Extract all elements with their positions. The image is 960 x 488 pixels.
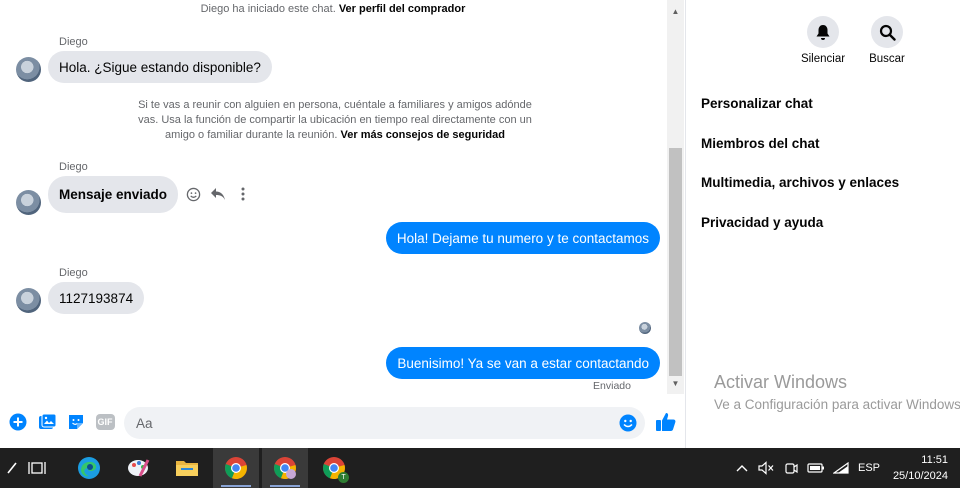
chrome-profile-t-icon[interactable]: T — [311, 448, 357, 488]
safety-notice: Si te vas a reunir con alguien en person… — [138, 99, 532, 141]
bell-icon — [807, 16, 839, 48]
file-explorer-icon[interactable] — [164, 448, 210, 488]
clock-date: 25/10/2024 — [892, 470, 948, 482]
chat-started-notice: Diego ha iniciado este chat. Ver perfil … — [200, 3, 466, 15]
sticker-icon[interactable] — [66, 412, 86, 432]
scrollbar[interactable]: ▲ ▼ — [667, 0, 684, 394]
chrome-profile-icon[interactable] — [262, 448, 308, 488]
reply-icon[interactable] — [210, 185, 226, 203]
sender-name: Diego — [59, 267, 88, 279]
message-input[interactable]: Aa — [124, 407, 645, 439]
customize-chat-item[interactable]: Personalizar chat — [701, 96, 813, 111]
more-options-icon[interactable] — [235, 185, 251, 203]
sender-name: Diego — [59, 161, 88, 173]
emoji-icon[interactable] — [619, 414, 637, 432]
incoming-message[interactable]: 1127193874 — [48, 282, 145, 314]
screen: Diego ha iniciado este chat. Ver perfil … — [0, 0, 960, 488]
wifi-icon[interactable] — [832, 448, 850, 488]
search-icon — [871, 16, 903, 48]
chat-members-item[interactable]: Miembros del chat — [701, 136, 820, 151]
chevron-up-icon[interactable] — [734, 448, 750, 488]
safety-tips-link[interactable]: Ver más consejos de seguridad — [341, 129, 505, 141]
paint-app-icon[interactable] — [116, 448, 162, 488]
chrome-browser-icon[interactable] — [213, 448, 259, 488]
delivery-status: Enviado — [593, 380, 631, 392]
edge-browser-icon[interactable] — [66, 448, 112, 488]
photo-icon[interactable] — [37, 412, 57, 432]
taskbar: T ESP 11:51 25/10/2024 — [0, 448, 960, 488]
sender-name: Diego — [59, 36, 88, 48]
view-buyer-profile-link[interactable]: Ver perfil del comprador — [339, 3, 466, 15]
gif-icon[interactable]: GIF — [95, 412, 115, 432]
clock-time: 11:51 — [921, 454, 948, 466]
meet-now-icon[interactable] — [783, 448, 799, 488]
message-list: Diego ha iniciado este chat. Ver perfil … — [0, 0, 666, 396]
thumbs-up-icon[interactable] — [655, 411, 677, 433]
avatar[interactable] — [16, 288, 41, 313]
media-files-links-item[interactable]: Multimedia, archivos y enlaces — [701, 175, 899, 190]
system-clock[interactable]: 11:51 25/10/2024 — [893, 452, 948, 484]
message-actions — [185, 185, 251, 203]
incoming-message[interactable]: Mensaje enviado — [48, 176, 179, 213]
volume-muted-icon[interactable] — [757, 448, 775, 488]
battery-icon[interactable] — [806, 448, 826, 488]
incoming-message[interactable]: Hola. ¿Sigue estando disponible? — [48, 51, 272, 83]
avatar[interactable] — [16, 57, 41, 82]
scroll-up-icon[interactable]: ▲ — [667, 3, 684, 20]
outgoing-message[interactable]: Buenisimo! Ya se van a estar contactando — [386, 347, 660, 379]
task-view-icon[interactable] — [14, 448, 60, 488]
seen-indicator-avatar — [639, 322, 651, 334]
chat-pane: Diego ha iniciado este chat. Ver perfil … — [0, 0, 686, 448]
chat-details-panel: Silenciar Buscar Personalizar chat Miemb… — [687, 0, 960, 448]
composer: GIF Aa — [0, 402, 686, 442]
search-button[interactable]: Buscar — [857, 16, 917, 65]
add-icon[interactable] — [8, 412, 28, 432]
profile-badge: T — [338, 472, 349, 483]
mute-button[interactable]: Silenciar — [793, 16, 853, 65]
activate-windows-subtitle: Ve a Configuración para activar Windows. — [714, 397, 960, 412]
avatar[interactable] — [16, 190, 41, 215]
scrollbar-thumb[interactable] — [669, 148, 682, 376]
react-icon[interactable] — [185, 185, 201, 203]
outgoing-message[interactable]: Hola! Dejame tu numero y te contactamos — [385, 222, 660, 254]
privacy-help-item[interactable]: Privacidad y ayuda — [701, 215, 823, 230]
scroll-down-icon[interactable]: ▼ — [667, 375, 684, 392]
input-language-indicator[interactable]: ESP — [856, 448, 882, 488]
activate-windows-title: Activar Windows — [714, 372, 848, 392]
